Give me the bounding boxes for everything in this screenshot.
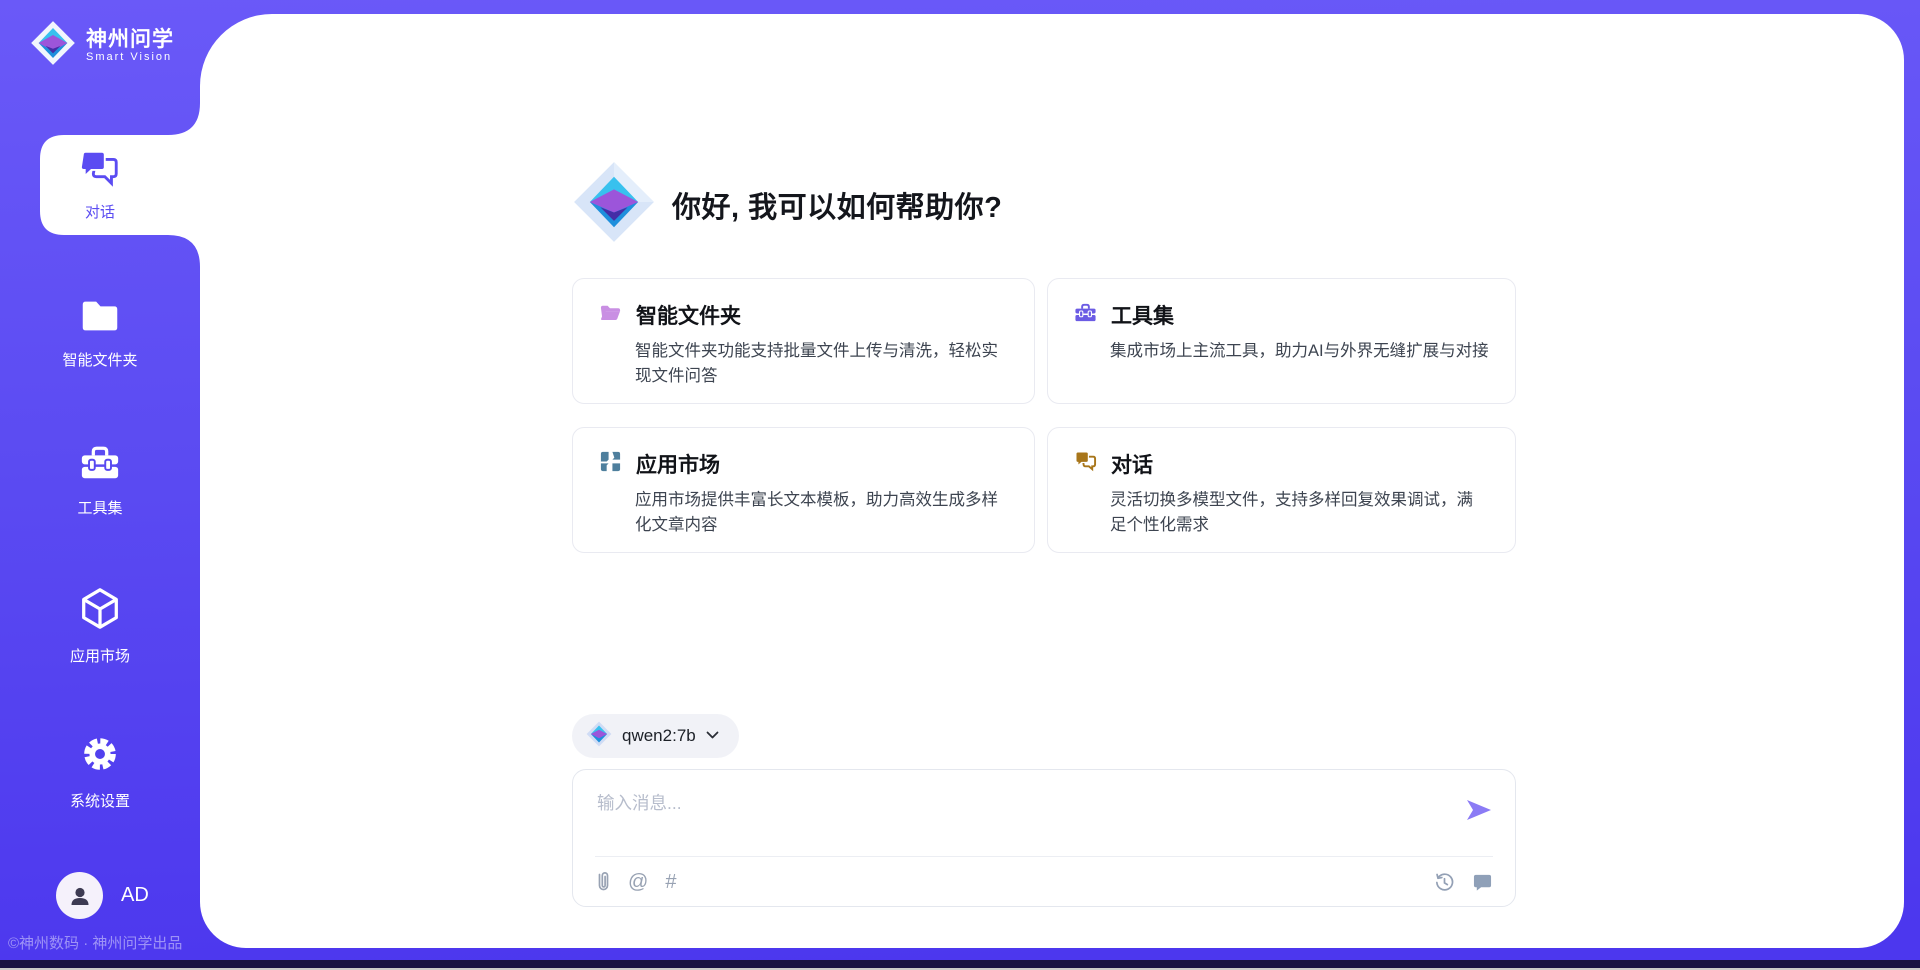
card-description: 智能文件夹功能支持批量文件上传与清洗，轻松实现文件问答	[635, 339, 1008, 389]
chat-icon	[1074, 450, 1097, 478]
chat-icon	[77, 148, 123, 195]
sidebar-item-label: 工具集	[77, 497, 122, 518]
model-selector[interactable]: qwen2:7b	[572, 714, 739, 758]
feature-cards: 智能文件夹 智能文件夹功能支持批量文件上传与清洗，轻松实现文件问答	[572, 278, 1516, 553]
user-account[interactable]: AD	[56, 872, 149, 919]
greeting-text: 你好, 我可以如何帮助你?	[672, 184, 1002, 226]
brand-diamond-logo	[572, 160, 656, 249]
model-name: qwen2:7b	[622, 726, 696, 746]
card-title: 对话	[1111, 449, 1153, 479]
main-panel: 你好, 我可以如何帮助你? 智能文件夹 智能文件夹功能支持批量文件上传与清洗，轻…	[200, 14, 1904, 948]
card-title: 工具集	[1111, 300, 1174, 330]
card-chat[interactable]: 对话 灵活切换多模型文件，支持多样回复效果调试，满足个性化需求	[1047, 427, 1516, 553]
hashtag-icon[interactable]: #	[665, 871, 676, 894]
card-app-market[interactable]: 应用市场 应用市场提供丰富长文本模板，助力高效生成多样化文章内容	[572, 427, 1035, 553]
send-button[interactable]	[1465, 798, 1493, 822]
attachment-icon[interactable]	[595, 871, 611, 893]
avatar	[56, 872, 103, 919]
history-icon[interactable]	[1434, 872, 1455, 893]
chevron-down-icon	[706, 727, 719, 745]
card-description: 集成市场上主流工具，助力AI与外界无缝扩展与对接	[1110, 339, 1489, 364]
card-toolset[interactable]: 工具集 集成市场上主流工具，助力AI与外界无缝扩展与对接	[1047, 278, 1516, 404]
toolbox-icon	[1074, 301, 1097, 329]
card-title: 应用市场	[636, 449, 720, 479]
mention-icon[interactable]: @	[628, 871, 648, 894]
window-bottom-strip	[0, 960, 1920, 968]
grid-icon	[599, 450, 622, 478]
app-logo: 神州问学 Smart Vision	[30, 20, 174, 71]
chat-bubble-icon[interactable]	[1472, 873, 1493, 892]
toolbox-icon	[77, 442, 123, 489]
app-subtitle: Smart Vision	[86, 51, 174, 63]
folder-icon	[77, 296, 123, 341]
sidebar-item-chat[interactable]: 对话	[0, 135, 200, 235]
gear-icon	[77, 731, 123, 782]
sidebar-item-label: 系统设置	[70, 790, 130, 811]
sidebar-item-app-market[interactable]: 应用市场	[0, 586, 200, 664]
sidebar: 神州问学 Smart Vision 对话 智能文件夹	[0, 0, 200, 970]
sidebar-item-label: 智能文件夹	[62, 349, 137, 370]
user-name: AD	[121, 884, 149, 907]
app-title: 神州问学	[86, 28, 174, 51]
sidebar-item-label: 应用市场	[70, 645, 130, 666]
card-title: 智能文件夹	[636, 300, 741, 330]
folder-icon	[599, 301, 622, 329]
sidebar-item-settings[interactable]: 系统设置	[0, 731, 200, 809]
sidebar-item-label: 对话	[85, 201, 115, 222]
copyright-text: ©神州数码 · 神州问学出品	[8, 932, 182, 953]
logo-diamond-icon	[30, 20, 76, 71]
greeting-row: 你好, 我可以如何帮助你?	[572, 160, 1002, 249]
model-diamond-icon	[586, 721, 612, 752]
card-smart-folder[interactable]: 智能文件夹 智能文件夹功能支持批量文件上传与清洗，轻松实现文件问答	[572, 278, 1035, 404]
message-composer: @ #	[572, 769, 1516, 907]
card-description: 灵活切换多模型文件，支持多样回复效果调试，满足个性化需求	[1110, 488, 1489, 538]
cube-icon	[77, 586, 123, 637]
sidebar-item-toolset[interactable]: 工具集	[0, 442, 200, 520]
sidebar-item-smart-folder[interactable]: 智能文件夹	[0, 296, 200, 374]
message-input[interactable]	[597, 790, 1437, 850]
card-description: 应用市场提供丰富长文本模板，助力高效生成多样化文章内容	[635, 488, 1008, 538]
